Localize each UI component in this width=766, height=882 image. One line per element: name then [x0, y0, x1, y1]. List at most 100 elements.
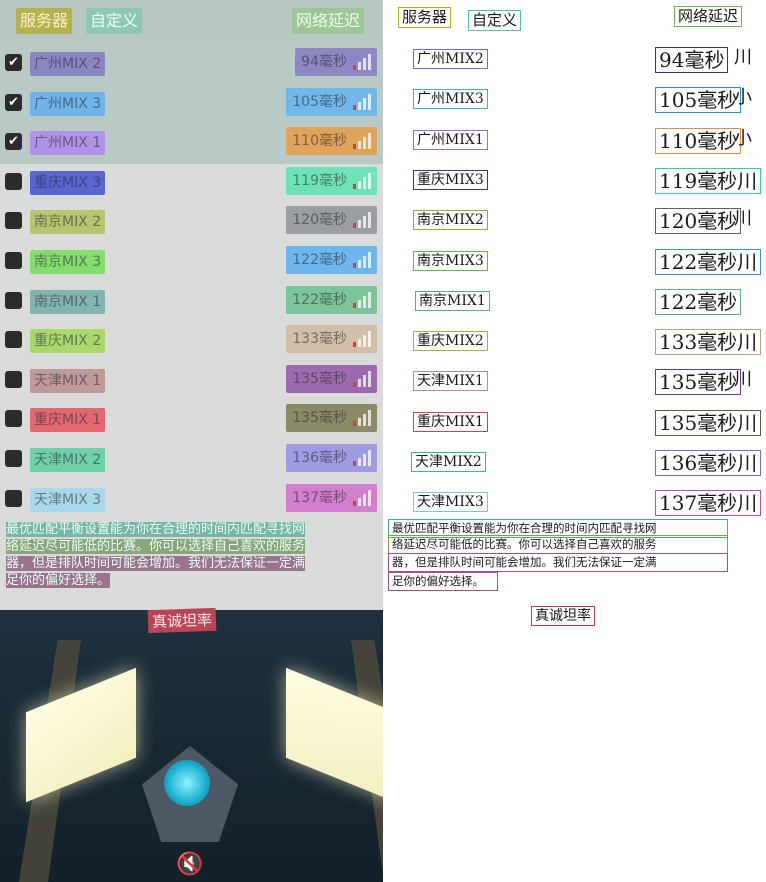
signal-bars-icon: [353, 252, 371, 268]
anno-latency: 135毫秒川: [655, 409, 762, 436]
anno-latency-suffix: 川: [734, 369, 752, 391]
signal-bars-icon: [353, 450, 371, 466]
checkbox-unchecked-icon[interactable]: [5, 489, 22, 507]
server-row[interactable]: 南京MIX 2 120毫秒: [0, 202, 383, 238]
server-row[interactable]: 重庆MIX 3 119毫秒: [0, 163, 383, 199]
checkbox-unchecked-icon[interactable]: [5, 331, 22, 349]
anno-para-line-4: 足你的偏好选择。: [388, 572, 498, 591]
screenshot-stage: 服务器 自定义 网络延迟 ✔ 广州MIX 2 94毫秒 ✔ 广州MIX 3 105毫秒 ✔ 广…: [0, 0, 766, 882]
anno-server-name: 天津MIX1: [413, 371, 488, 392]
signal-bars-icon: [353, 331, 371, 348]
checkbox-unchecked-icon[interactable]: [5, 410, 22, 428]
description-line-3: 器，但是排队时间可能会增加。我们无法保证一定满: [6, 556, 306, 571]
anno-custom-tab: 自定义: [468, 10, 522, 31]
latency-value: 137毫秒: [292, 489, 347, 506]
latency-value: 122毫秒: [292, 252, 347, 268]
anno-latency: 94毫秒: [655, 47, 729, 73]
matchmaking-description: 最优匹配平衡设置能为你在合理的时间内匹配寻找网 络延迟尽可能低的比赛。你可以选择…: [6, 521, 346, 589]
tab-custom[interactable]: 自定义: [86, 8, 143, 34]
anno-server-name: 广州MIX2: [413, 49, 488, 69]
signal-bars-icon: [353, 133, 371, 150]
server-name: 广州MIX 1: [30, 131, 106, 156]
latency-value: 133毫秒: [292, 331, 347, 348]
signal-bars-icon: [353, 410, 371, 427]
server-row[interactable]: 南京MIX 1 122毫秒: [0, 282, 383, 318]
anno-server-name: 南京MIX3: [413, 250, 488, 271]
brand-tag: 真诚坦率: [147, 607, 217, 634]
anno-latency-suffix: 川: [734, 208, 752, 230]
anno-latency: 119毫秒川: [655, 167, 762, 194]
latency-value: 136毫秒: [292, 450, 347, 466]
checkbox-unchecked-icon[interactable]: [5, 450, 22, 467]
anno-latency: 137毫秒川: [655, 490, 762, 517]
signal-bars-icon: [353, 489, 371, 506]
anno-server-name: 重庆MIX3: [413, 169, 488, 190]
server-name: 天津MIX 3: [30, 487, 106, 512]
speaker-mute-icon[interactable]: 🔇: [176, 852, 203, 877]
server-row[interactable]: 天津MIX 1 135毫秒: [0, 361, 383, 397]
server-row[interactable]: 天津MIX 3 137毫秒: [0, 480, 383, 516]
anno-server-name: 重庆MIX1: [413, 411, 488, 432]
anno-latency: 105毫秒: [655, 87, 742, 114]
checkbox-unchecked-icon[interactable]: [5, 291, 22, 309]
description-line-2: 络延迟尽可能低的比赛。你可以选择自己喜欢的服务: [6, 539, 306, 554]
server-row[interactable]: 重庆MIX 2 133毫秒: [0, 321, 383, 357]
latency-badge: 122毫秒: [286, 246, 377, 274]
server-row[interactable]: ✔ 广州MIX 3 105毫秒: [0, 84, 383, 120]
game-screen: 服务器 自定义 网络延迟 ✔ 广州MIX 2 94毫秒 ✔ 广州MIX 3 105毫秒 ✔ 广…: [0, 0, 383, 882]
tab-server[interactable]: 服务器: [16, 8, 73, 34]
description-line-1: 最优匹配平衡设置能为你在合理的时间内匹配寻找网: [6, 522, 306, 537]
server-name: 南京MIX 2: [30, 210, 106, 235]
anno-latency: 133毫秒川: [655, 329, 762, 356]
anno-latency-suffix: 小: [734, 87, 752, 109]
latency-badge: 135毫秒: [286, 364, 377, 393]
anno-latency-suffix: 川: [734, 47, 752, 68]
latency-badge: 135毫秒: [286, 404, 377, 433]
signal-bars-icon: [353, 370, 371, 387]
latency-badge: 94毫秒: [295, 48, 377, 76]
signal-bars-icon: [353, 212, 371, 229]
latency-value: 94毫秒: [301, 54, 347, 70]
server-name: 重庆MIX 1: [30, 408, 106, 433]
latency-badge: 137毫秒: [286, 483, 377, 512]
checkbox-unchecked-icon[interactable]: [5, 172, 22, 190]
tab-latency[interactable]: 网络延迟: [292, 8, 365, 34]
checkbox-checked-icon[interactable]: ✔: [5, 54, 22, 71]
checkbox-unchecked-icon[interactable]: [5, 370, 22, 388]
anno-server-name: 重庆MIX2: [413, 331, 488, 352]
anno-latency-suffix: 小: [734, 127, 752, 149]
server-row[interactable]: 南京MIX 3 122毫秒: [0, 242, 383, 278]
latency-badge: 110毫秒: [286, 127, 377, 156]
latency-value: 119毫秒: [292, 172, 347, 189]
emblem-gem: [164, 760, 210, 806]
anno-server-tab: 服务器: [398, 7, 452, 28]
server-name: 广州MIX 3: [30, 91, 106, 116]
signal-bars-icon: [353, 172, 371, 189]
checkbox-checked-icon[interactable]: ✔: [5, 133, 22, 151]
checkbox-unchecked-icon[interactable]: [5, 212, 22, 230]
annotation-panel: 服务器 自定义 网络延迟 广州MIX2 94毫秒川广州MIX3 105毫秒小广州MI…: [383, 0, 766, 882]
anno-latency: 120毫秒: [655, 208, 742, 235]
server-row[interactable]: 重庆MIX 1 135毫秒: [0, 400, 383, 436]
anno-latency-tab: 网络延迟: [674, 6, 743, 27]
latency-value: 135毫秒: [292, 370, 347, 387]
anno-server-name: 天津MIX2: [411, 452, 486, 472]
server-name: 重庆MIX 2: [30, 329, 106, 354]
anno-latency: 136毫秒川: [655, 450, 762, 476]
latency-badge: 133毫秒: [286, 325, 377, 354]
signal-bars-icon: [353, 93, 371, 110]
server-row[interactable]: ✔ 广州MIX 2 94毫秒: [0, 44, 383, 80]
server-name: 广州MIX 2: [30, 52, 106, 76]
latency-value: 120毫秒: [292, 212, 347, 229]
anno-server-name: 南京MIX2: [413, 210, 488, 231]
server-row[interactable]: ✔ 广州MIX 1 110毫秒: [0, 123, 383, 159]
checkbox-unchecked-icon[interactable]: [5, 252, 22, 269]
server-name: 天津MIX 1: [30, 368, 106, 393]
server-name: 天津MIX 2: [30, 448, 106, 472]
latency-value: 135毫秒: [292, 410, 347, 427]
latency-badge: 120毫秒: [286, 206, 377, 235]
checkbox-checked-icon[interactable]: ✔: [5, 93, 22, 111]
server-row[interactable]: 天津MIX 2 136毫秒: [0, 440, 383, 476]
anno-server-name: 广州MIX3: [413, 89, 488, 110]
anno-latency: 110毫秒: [655, 127, 742, 154]
